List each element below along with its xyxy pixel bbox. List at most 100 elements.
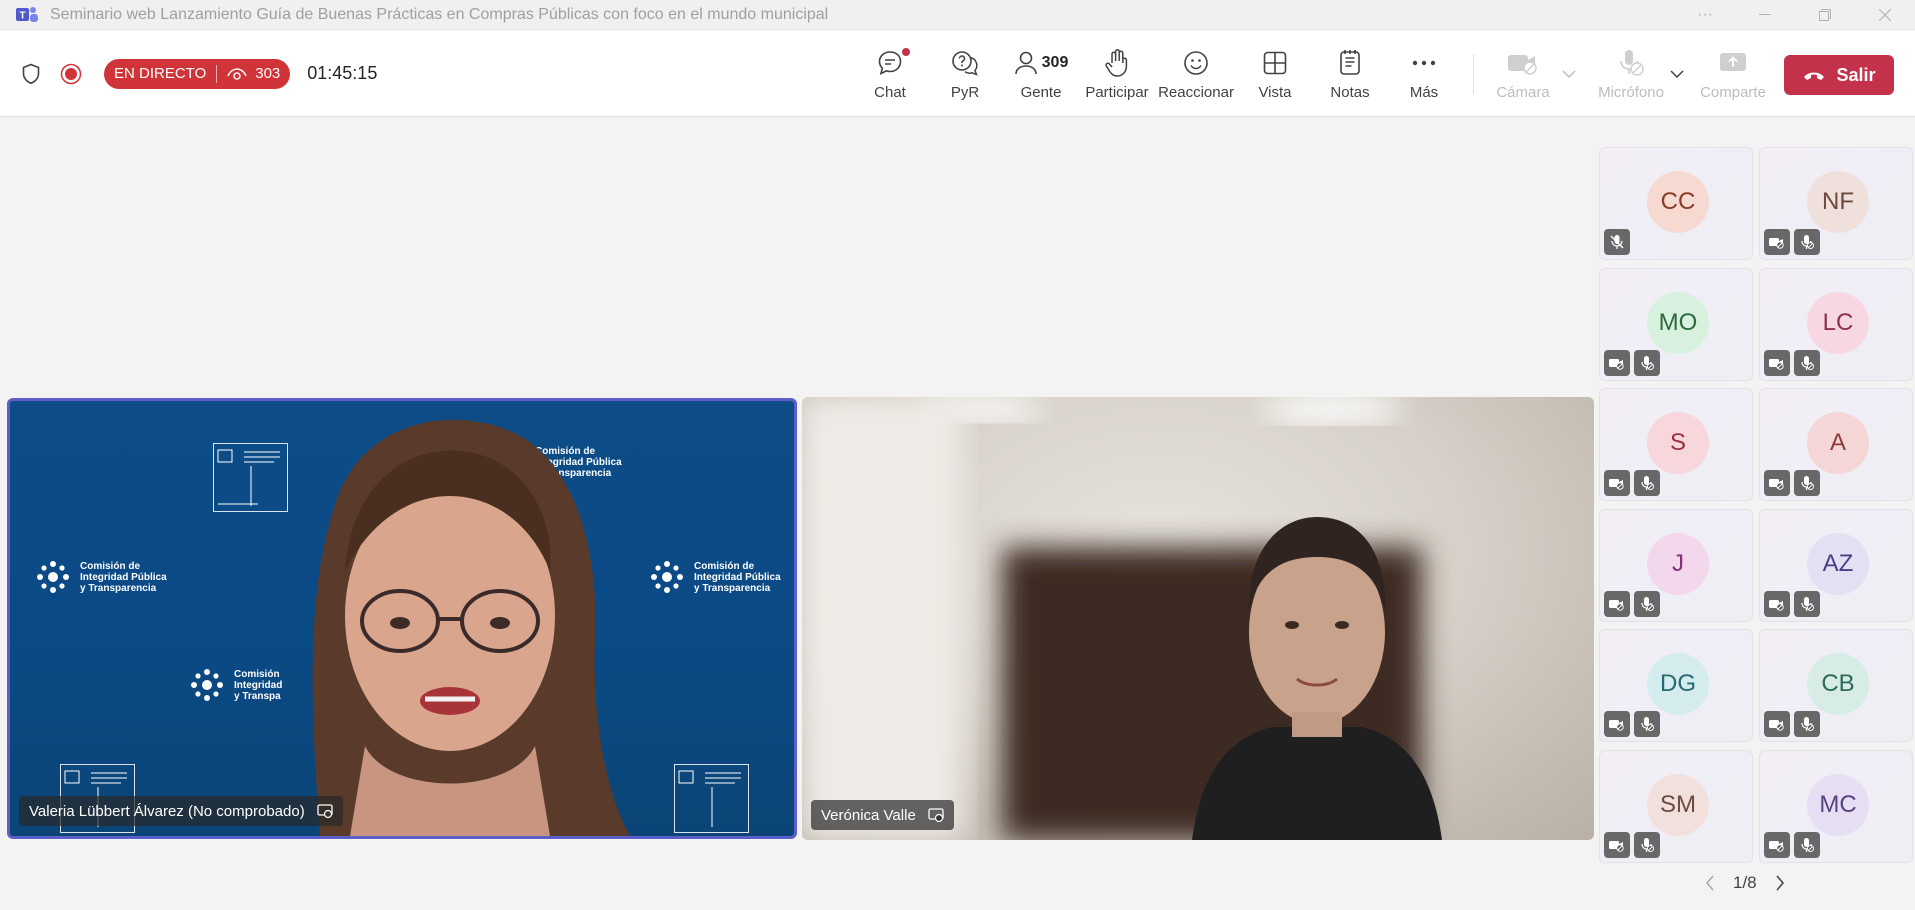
commission-logo: Comisión de Integridad Pública y Transpa… [646,556,781,598]
participant-name: Verónica Valle [821,806,916,824]
view-button[interactable]: Vista [1237,30,1313,117]
avatar: S [1647,412,1709,474]
mic-off-icon [1620,50,1644,76]
avatar: A [1807,412,1869,474]
avatar: AZ [1807,533,1869,595]
mic-off-icon [1794,350,1820,376]
notes-button[interactable]: Notas [1312,30,1388,117]
react-label: Reaccionar [1158,84,1234,101]
mic-off-icon [1634,711,1660,737]
window-title: Seminario web Lanzamiento Guía de Buenas… [50,5,829,23]
mic-off-icon [1794,832,1820,858]
participant-card[interactable]: J [1599,509,1753,622]
chat-button[interactable]: Chat [852,30,928,117]
teams-logo-icon: T [16,6,38,22]
avatar: J [1647,533,1709,595]
participant-card[interactable]: S [1599,388,1753,501]
page-indicator: 1/8 [1733,873,1757,892]
notes-label: Notas [1330,84,1370,101]
camera-off-icon [1764,591,1790,617]
participant-card[interactable]: NF [1759,147,1913,260]
raise-hand-button[interactable]: Participar [1079,30,1155,117]
grid-view-icon [1263,51,1287,75]
participant-name: Valeria Lübbert Álvarez (No comprobado) [29,802,305,820]
eye-icon [227,67,247,80]
smile-icon [1184,51,1208,75]
more-icon [1412,60,1436,66]
video-tile-speaker[interactable]: Comisión de Integridad Pública y Transpa… [7,398,797,839]
camera-options-chevron-icon[interactable] [1562,30,1576,117]
participant-card[interactable]: MC [1759,750,1913,863]
participant-card[interactable]: SM [1599,750,1753,863]
shield-icon[interactable] [18,61,44,87]
chat-icon [878,51,902,75]
more-button[interactable]: Más [1386,30,1462,117]
view-label: Vista [1258,84,1292,101]
commission-logo: Comisión de Integridad Pública y Transpa… [32,556,167,598]
restore-button[interactable] [1795,0,1855,30]
notes-icon [1340,50,1360,75]
people-count: 309 [1041,54,1069,71]
mic-options-chevron-icon[interactable] [1670,30,1684,117]
brand-line-3: y Transparencia [80,582,157,594]
qa-button[interactable]: PyR [927,30,1003,117]
meeting-toolbar: EN DIRECTO 303 01:45:15 Chat PyR 309 Gen… [0,30,1915,117]
close-button[interactable] [1855,0,1915,30]
mic-muted-icon [1604,229,1630,255]
chat-label: Chat [874,84,906,101]
viewer-count: 303 [255,65,281,82]
unread-dot [902,48,910,56]
participant-card[interactable]: LC [1759,268,1913,381]
participant-card[interactable]: CB [1759,629,1913,742]
live-status-badge: EN DIRECTO 303 [104,58,291,89]
share-icon [1720,53,1746,71]
mic-off-icon [1634,470,1660,496]
camera-button[interactable]: Cámara [1482,30,1564,117]
raise-hand-icon [1105,48,1128,77]
minimize-button[interactable] [1735,0,1795,30]
video-tile-participant[interactable]: Verónica Valle [802,397,1594,840]
more-options-icon[interactable]: ··· [1675,0,1735,30]
screen-share-icon [317,804,333,818]
people-button[interactable]: 309 Gente [1003,30,1079,117]
camera-off-icon [1764,350,1790,376]
participant-card[interactable]: CC [1599,147,1753,260]
avatar: MO [1647,292,1709,354]
participant-name-tag: Verónica Valle [811,800,954,830]
mic-off-icon [1794,711,1820,737]
camera-off-icon [1604,350,1630,376]
mic-off-icon [1634,832,1660,858]
people-label: Gente [1020,84,1062,101]
speaker-video-feed [312,419,630,836]
toolbar-divider [1473,54,1474,94]
title-bar: T Seminario web Lanzamiento Guía de Buen… [0,0,1915,30]
chevron-right-icon[interactable] [1775,875,1785,891]
chevron-left-icon[interactable] [1705,875,1715,891]
camera-label: Cámara [1496,84,1550,101]
camera-off-icon [1604,591,1630,617]
qa-label: PyR [950,84,980,101]
participant-card[interactable]: A [1759,388,1913,501]
react-button[interactable]: Reaccionar [1158,30,1234,117]
leave-label: Salir [1836,64,1876,85]
avatar: LC [1807,292,1869,354]
share-button[interactable]: Comparte [1692,30,1774,117]
participant-card[interactable]: DG [1599,629,1753,742]
mic-off-icon [1794,591,1820,617]
qa-icon [952,51,978,76]
camera-off-icon [1604,711,1630,737]
avatar: MC [1807,774,1869,836]
participant-name-tag: Valeria Lübbert Álvarez (No comprobado) [19,796,343,826]
camera-off-icon [1764,832,1790,858]
mic-off-icon [1634,591,1660,617]
brand-line-1: Comisión de [80,560,141,572]
mic-button[interactable]: Micrófono [1585,30,1677,117]
participant-card[interactable]: MO [1599,268,1753,381]
participant-card[interactable]: AZ [1759,509,1913,622]
share-label: Comparte [1700,84,1766,101]
recording-icon[interactable] [58,61,84,87]
gallery-pager: 1/8 [1705,873,1785,893]
mic-label: Micrófono [1598,84,1664,101]
leave-button[interactable]: Salir [1784,55,1894,95]
svg-text:T: T [19,10,25,21]
